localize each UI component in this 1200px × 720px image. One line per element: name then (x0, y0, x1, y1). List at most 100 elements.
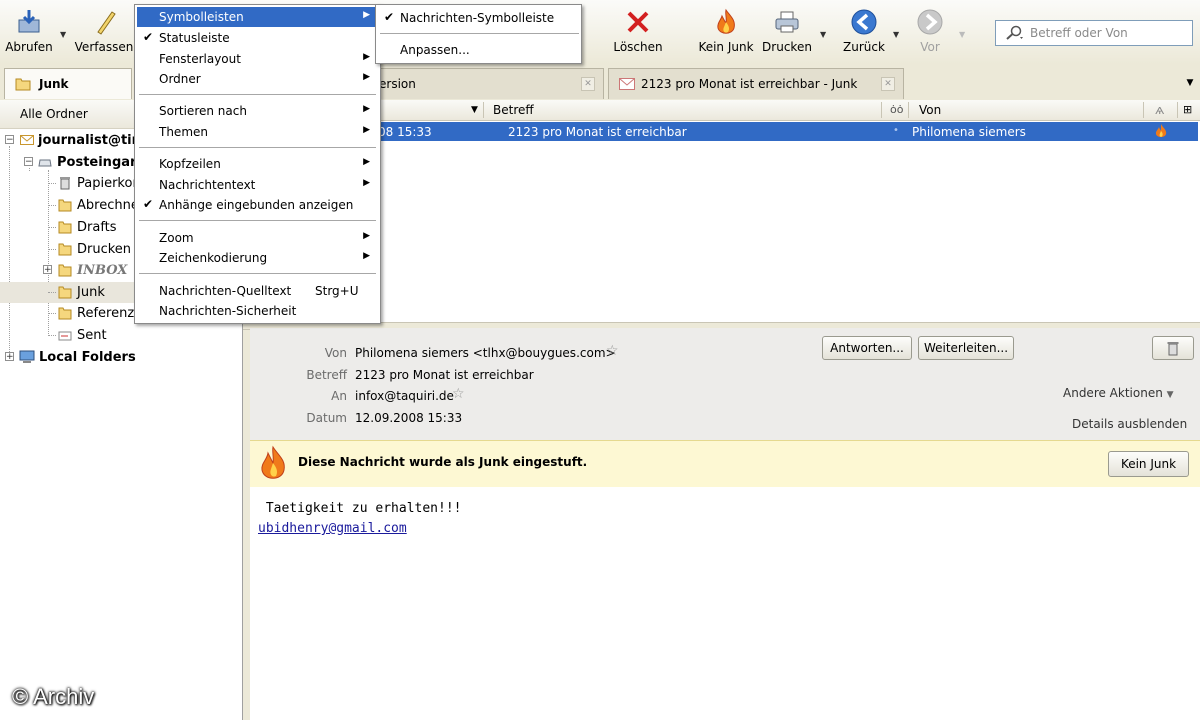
message-header-pane: Von Philomena siemers <tlhx@bouygues.com… (250, 328, 1200, 440)
delete-message-button[interactable] (1152, 336, 1194, 360)
tree-connector (48, 335, 56, 336)
menu-item-themen[interactable]: Themen ▶ (137, 122, 378, 142)
star-icon[interactable]: ☆ (606, 343, 619, 359)
chevron-down-icon: ▼ (1166, 390, 1174, 400)
message-subject: 2123 pro Monat ist erreichbar (508, 125, 687, 139)
from-value[interactable]: Philomena siemers <tlhx@bouygues.com> (355, 346, 616, 360)
folder-label: Drafts (77, 220, 117, 235)
back-arrow-icon (851, 9, 877, 35)
junk-message: Diese Nachricht wurde als Junk eingestuf… (298, 455, 588, 469)
delete-button[interactable]: Löschen (608, 6, 668, 60)
menu-item-ordner[interactable]: Ordner ▶ (137, 69, 378, 89)
not-junk-bar-button[interactable]: Kein Junk (1108, 451, 1189, 477)
print-dropdown-icon[interactable]: ▼ (820, 30, 826, 39)
menu-item-label: Kopfzeilen (159, 157, 221, 171)
not-junk-label: Kein Junk (698, 40, 754, 54)
reply-button[interactable]: Antworten... (822, 336, 912, 360)
tab-label: 2123 pro Monat ist erreichbar - Junk (641, 77, 858, 91)
search-icon (1006, 25, 1023, 40)
menu-item-nachrichten-symbolleiste[interactable]: ✔ Nachrichten-Symbolleiste (378, 8, 579, 28)
read-dot-icon[interactable]: • (893, 125, 899, 136)
tab-close-icon[interactable]: ✕ (581, 77, 595, 91)
tab-close-icon[interactable]: ✕ (881, 77, 895, 91)
menu-item-symbolleisten[interactable]: Symbolleisten ▶ (137, 7, 378, 27)
column-separator (881, 102, 882, 118)
tab-message[interactable]: 2123 pro Monat ist erreichbar - Junk ✕ (608, 68, 904, 99)
collapse-icon[interactable]: − (5, 135, 14, 145)
subject-value: 2123 pro Monat ist erreichbar (355, 368, 534, 382)
submenu-arrow-icon: ▶ (363, 104, 370, 114)
not-junk-button[interactable]: Kein Junk (694, 6, 758, 60)
expand-icon[interactable]: + (5, 352, 14, 362)
column-separator (908, 102, 909, 118)
column-header-subject[interactable]: Betreff (493, 103, 534, 117)
menu-item-nachrichtentext[interactable]: Nachrichtentext ▶ (137, 175, 378, 195)
tab-list-dropdown-icon[interactable]: ▼ (1180, 70, 1200, 96)
menu-item-label: Sortieren nach (159, 104, 247, 118)
column-picker-icon[interactable]: ⊞ (1183, 103, 1192, 116)
menu-item-anhaenge[interactable]: ✔ Anhänge eingebunden anzeigen (137, 195, 378, 215)
menu-item-label: Statusleiste (159, 31, 230, 45)
menu-item-label: Symbolleisten (159, 10, 244, 24)
menu-item-fensterlayout[interactable]: Fensterlayout ▶ (137, 49, 378, 69)
column-separator (1177, 102, 1178, 118)
tab-version[interactable]: ersion ✕ (376, 68, 604, 99)
menu-item-zeichenkodierung[interactable]: Zeichenkodierung ▶ (137, 248, 378, 268)
forward-message-button[interactable]: Weiterleiten... (918, 336, 1014, 360)
menu-item-statusleiste[interactable]: ✔ Statusleiste (137, 28, 378, 48)
folder-label: Sent (77, 328, 107, 343)
folder-local[interactable]: + Local Folders (0, 347, 242, 368)
star-icon[interactable]: ☆ (452, 386, 465, 402)
menu-item-label: Anpassen... (400, 43, 470, 57)
column-header-from[interactable]: Von (919, 103, 941, 117)
print-button[interactable]: Drucken (760, 6, 814, 60)
body-email-link[interactable]: ubidhenry@gmail.com (258, 521, 407, 536)
tab-label: ersion (379, 77, 416, 91)
menu-item-quelltext[interactable]: Nachrichten-Quelltext Strg+U (137, 281, 378, 301)
folder-icon (58, 199, 72, 212)
junk-flame-icon[interactable] (1154, 123, 1168, 139)
menu-item-zoom[interactable]: Zoom ▶ (137, 228, 378, 248)
compose-button[interactable]: Verfassen (72, 6, 136, 60)
menu-item-anpassen[interactable]: Anpassen... (378, 40, 579, 60)
forward-button[interactable]: Vor (908, 6, 952, 60)
envelope-icon (619, 78, 635, 90)
message-from: Philomena siemers (912, 125, 1026, 139)
date-label: Datum (306, 411, 347, 425)
collapse-icon[interactable]: − (24, 157, 33, 167)
sort-dropdown-icon[interactable]: ▼ (471, 105, 478, 115)
read-status-column-icon[interactable]: ȯȯ (890, 103, 903, 116)
get-mail-icon (18, 10, 40, 33)
delete-label: Löschen (613, 40, 663, 54)
junk-flame-icon (261, 445, 285, 479)
other-actions-menu[interactable]: Andere Aktionen ▼ (1063, 386, 1174, 400)
to-label: An (331, 389, 347, 403)
menu-item-label: Anhänge eingebunden anzeigen (159, 198, 354, 212)
menu-item-sicherheit[interactable]: Nachrichten-Sicherheit (137, 301, 378, 321)
submenu-arrow-icon: ▶ (363, 52, 370, 62)
expand-icon[interactable]: + (43, 265, 52, 275)
to-value[interactable]: infox@taquiri.de (355, 389, 454, 403)
tab-junk[interactable]: Junk (4, 68, 132, 99)
hide-details-link[interactable]: Details ausblenden (1072, 417, 1187, 431)
table-row[interactable]: 08 15:33 2123 pro Monat ist erreichbar •… (250, 122, 1198, 141)
forward-dropdown-icon[interactable]: ▼ (959, 30, 965, 39)
folder-icon (58, 264, 72, 277)
menu-item-sortieren[interactable]: Sortieren nach ▶ (137, 101, 378, 121)
get-mail-button[interactable]: Abrufen (2, 6, 56, 60)
folder-sent[interactable]: Sent (0, 325, 242, 346)
junk-column-icon[interactable]: ѧ (1155, 103, 1164, 117)
menu-item-label: Nachrichtentext (159, 178, 256, 192)
menu-item-shortcut: Strg+U (315, 284, 359, 298)
search-input[interactable]: Betreff oder Von (995, 20, 1193, 46)
get-mail-dropdown-icon[interactable]: ▼ (60, 30, 66, 39)
folder-label: INBOX (77, 263, 128, 278)
menu-item-kopfzeilen[interactable]: Kopfzeilen ▶ (137, 154, 378, 174)
submenu-arrow-icon: ▶ (363, 10, 370, 20)
back-button[interactable]: Zurück (838, 6, 890, 60)
menu-item-label: Zoom (159, 231, 194, 245)
column-separator (1143, 102, 1144, 118)
folder-icon (15, 78, 31, 91)
back-dropdown-icon[interactable]: ▼ (893, 30, 899, 39)
view-menu: Symbolleisten ▶ ✔ Statusleiste Fensterla… (134, 4, 381, 324)
